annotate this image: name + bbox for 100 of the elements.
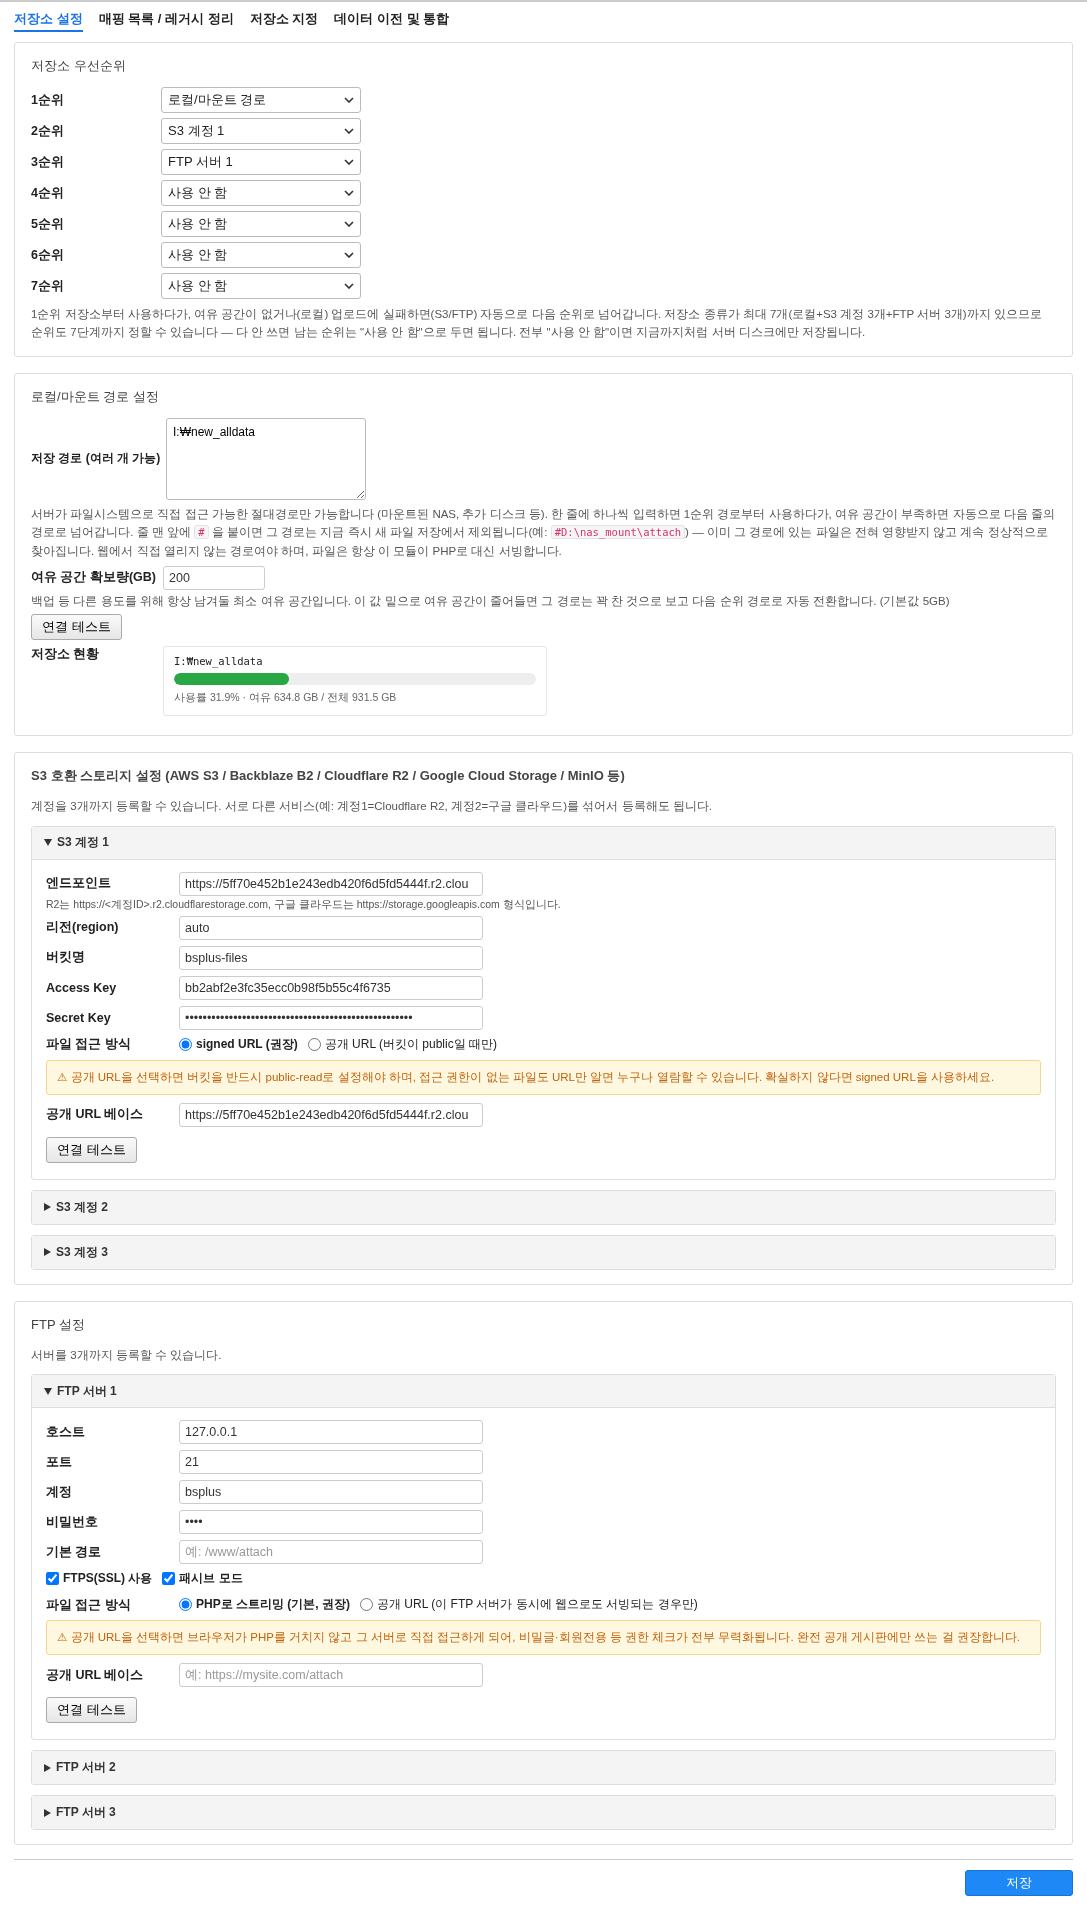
priority-label: 5순위 <box>31 215 65 233</box>
code-snippet: #D:\nas_mount\attach <box>550 525 686 540</box>
field-label: 비밀번호 <box>46 1513 99 1531</box>
help-text: 백업 등 다른 용도를 위해 항상 남겨둘 최소 여유 공간입니다. 이 값 밑으로 여유 공간이 줄어들면 그 경로는 꽉 찬 것으로 보고 다음 순위 경로로 자동 전환합니다. (기본값 5GB) <box>31 593 951 609</box>
triangle-right-icon <box>44 1248 51 1257</box>
priority-label: 6순위 <box>31 246 65 264</box>
section-title: S3 호환 스토리지 설정 (AWS S3 / Backblaze B2 / Cloudflare R2 / Google Cloud Storage / MinIO 등) <box>31 767 626 786</box>
triangle-down-icon <box>44 1387 52 1395</box>
tab[interactable]: 데이터 이전 및 통합 <box>334 10 450 32</box>
accordion-header[interactable]: FTP 서버 3 <box>32 1796 1055 1830</box>
help-text: 계정을 3개까지 등록할 수 있습니다. 서로 다른 서비스(예: 계정1=Cloudflare R2, 계정2=구글 클라우드)를 섞어서 등록해도 됩니다. <box>31 799 713 815</box>
triangle-down-icon <box>44 839 52 847</box>
connection-test-button[interactable]: 연결 테스트 <box>31 614 122 641</box>
tab[interactable]: 매핑 목록 / 레거시 정리 <box>98 10 234 32</box>
accordion-header[interactable]: S3 계정 3 <box>32 1235 1055 1269</box>
field-label: 파일 접근 방식 <box>46 1036 132 1054</box>
input-field[interactable]: 예: https://mysite.com/attach <box>179 1663 483 1688</box>
chevron-down-icon <box>344 128 354 134</box>
field-label: 호스트 <box>46 1423 86 1441</box>
field-label: Access Key <box>46 980 118 995</box>
input-field[interactable]: https://5ff70e452b1e243edb420f6d5fd5444f.r2.clou <box>179 871 483 896</box>
section-title: FTP 설정 <box>31 1315 86 1334</box>
field-label: 저장 경로 (여러 개 가능) <box>31 450 162 468</box>
input-field[interactable]: bsplus-files <box>179 945 483 970</box>
chevron-down-icon <box>344 252 354 258</box>
field-label: 공개 URL 베이스 <box>46 1106 145 1124</box>
storage-select[interactable]: 사용 안 함 <box>161 211 361 237</box>
priority-label: 3순위 <box>31 153 65 171</box>
input-field[interactable]: 예: /www/attach <box>179 1540 483 1565</box>
help-text: 서버가 파일시스템으로 직접 접근 가능한 절대경로만 가능합니다 (마운트된 NAS, 추가 디스크 등). 한 줄에 하나씩 입력하면 1순위 경로부터 사용하다가, 여유 공간이 부족하면 자동으로 다음 줄의 경로로 넘어갑니다. 줄 맨 앞에 # 을 붙이면 그 경로는 지금 즉시 새 파일 저장에서 제외됩니다(예: #D:\nas_mount\attach ) — 이미 그 경로에 있는 파일은 전혀 영향받지 않고 계속 정상적으로 찾아집니다. 웹에서 직접 열리지 않는 경로여야 하며, 파일은 항상 이 모듈이 PHP로 대신 서빙합니다. <box>31 506 1056 559</box>
checkbox-label: FTPS(SSL) 사용 <box>63 1570 153 1588</box>
radio-label: 공개 URL (이 FTP 서버가 동시에 웹으로도 서빙되는 경우만) <box>377 1596 698 1614</box>
chevron-down-icon <box>344 190 354 196</box>
checkbox[interactable] <box>46 1572 59 1586</box>
help-text: 1순위 저장소부터 사용하다가, 여유 공간이 없거나(로컬) 업로드에 실패하면(S3/FTP) 자동으로 다음 순위로 넘어갑니다. 저장소 종류가 최대 7개(로컬+S3 계정 3개+FTP 서버 3개)까지 있으므로 순위도 7단계까지 정할 수 있습니다 — 다 안 쓰면 남는 순위는 "사용 안 함"으로 두면 됩니다. 전부 "사용 안 함"이면 지금까지처럼 서버 디스크에만 저장됩니다. <box>31 307 1043 341</box>
accordion-header[interactable]: S3 계정 2 <box>32 1190 1055 1224</box>
warning-message: ⚠ 공개 URL을 선택하면 브라우저가 PHP를 거치지 않고 그 서버로 직접 접근하게 되어, 비밀글·회원전용 등 권한 체크가 전부 무력화됩니다. 완전 공개 게시판에만 쓰는 걸 권장합니다. <box>46 1620 1041 1656</box>
section-title: 저장소 우선순위 <box>31 57 127 75</box>
field-label: 버킷명 <box>46 949 86 967</box>
storage-select[interactable]: FTP 서버 1 <box>161 149 361 175</box>
path-field[interactable]: I:₩new_alldata <box>166 417 366 500</box>
save-button[interactable]: 저장 <box>965 1870 1073 1897</box>
connection-test-button[interactable]: 연결 테스트 <box>46 1697 137 1724</box>
accordion-header[interactable]: S3 계정 1 <box>32 826 1055 860</box>
checkbox[interactable] <box>162 1572 176 1586</box>
chevron-down-icon <box>344 97 354 103</box>
field-label: 공개 URL 베이스 <box>46 1666 145 1684</box>
input-field[interactable]: •••••••••••••••••••••••••••••••••••••••••••••••••••• <box>179 1005 483 1030</box>
input-field[interactable]: https://5ff70e452b1e243edb420f6d5fd5444f.r2.clou <box>179 1102 483 1127</box>
tab[interactable]: 저장소 지정 <box>249 10 319 32</box>
radio-button[interactable] <box>360 1598 373 1612</box>
field-label: 리전(region) <box>46 919 120 937</box>
input-field[interactable]: auto <box>179 915 483 940</box>
priority-label: 1순위 <box>31 91 65 109</box>
storage-select[interactable]: 로컬/마운트 경로 <box>161 87 361 113</box>
input-field[interactable]: bsplus <box>179 1480 483 1505</box>
triangle-right-icon <box>44 1763 51 1772</box>
input-field[interactable]: bb2abf2e3fc35ecc0b98f5b55c4f6735 <box>179 975 483 1000</box>
radio-label: signed URL (권장) <box>196 1035 298 1053</box>
section-title: 로컬/마운트 경로 설정 <box>31 387 160 406</box>
input-field[interactable]: •••• <box>179 1510 483 1535</box>
triangle-right-icon <box>44 1203 51 1212</box>
input-field[interactable]: 127.0.0.1 <box>179 1420 483 1445</box>
field-label: 포트 <box>46 1453 73 1471</box>
field-label: 엔드포인트 <box>46 875 112 893</box>
accordion-header[interactable]: FTP 서버 2 <box>32 1751 1055 1785</box>
connection-test-button[interactable]: 연결 테스트 <box>46 1136 137 1163</box>
field-label: 여유 공간 확보량(GB) <box>31 569 158 587</box>
radio-label: 공개 URL (버킷이 public일 때만) <box>324 1035 498 1053</box>
field-label: 저장소 현황 <box>31 646 101 664</box>
input-field[interactable]: 200 <box>163 565 265 590</box>
help-text: 서버를 3개까지 등록할 수 있습니다. <box>31 1347 223 1363</box>
tab[interactable]: 저장소 설정 <box>14 10 83 32</box>
priority-label: 2순위 <box>31 122 65 140</box>
field-label: Secret Key <box>46 1010 112 1025</box>
field-hint: R2는 https://<계정ID>.r2.cloudflarestorage.com, 구글 클라우드는 https://storage.googleapis.com 형식입니다. <box>46 897 562 912</box>
radio-button[interactable] <box>179 1598 192 1612</box>
checkbox-label: 패시브 모드 <box>179 1570 243 1588</box>
priority-label: 7순위 <box>31 277 65 295</box>
priority-label: 4순위 <box>31 184 65 202</box>
chevron-down-icon <box>344 159 354 165</box>
chevron-down-icon <box>344 221 354 227</box>
field-label: 기본 경로 <box>46 1543 103 1561</box>
radio-button[interactable] <box>307 1037 321 1051</box>
chevron-down-icon <box>344 283 354 289</box>
storage-select[interactable]: 사용 안 함 <box>161 180 361 206</box>
radio-label: PHP로 스트리밍 (기본, 권장) <box>196 1596 350 1614</box>
warning-message: ⚠ 공개 URL을 선택하면 버킷을 반드시 public-read로 설정해야 하며, 접근 권한이 없는 파일도 URL만 알면 누구나 열람할 수 있습니다. 확실하지 않다면 signed URL을 사용하세요. <box>46 1059 1041 1095</box>
storage-select[interactable]: 사용 안 함 <box>161 273 361 299</box>
radio-button[interactable] <box>179 1037 192 1051</box>
storage-select[interactable]: 사용 안 함 <box>161 242 361 268</box>
storage-select[interactable]: S3 계정 1 <box>161 118 361 144</box>
field-label: 계정 <box>46 1483 73 1501</box>
usage-reading: 사용률 31.9% · 여유 634.8 GB / 전체 931.5 GB <box>174 691 398 706</box>
code-snippet: # <box>194 525 209 540</box>
field-label: 파일 접근 방식 <box>46 1596 132 1614</box>
storage-path: I:₩new_alldata <box>174 655 264 668</box>
input-field[interactable]: 21 <box>179 1450 483 1475</box>
accordion-header[interactable]: FTP 서버 1 <box>32 1375 1055 1409</box>
triangle-right-icon <box>44 1808 51 1817</box>
